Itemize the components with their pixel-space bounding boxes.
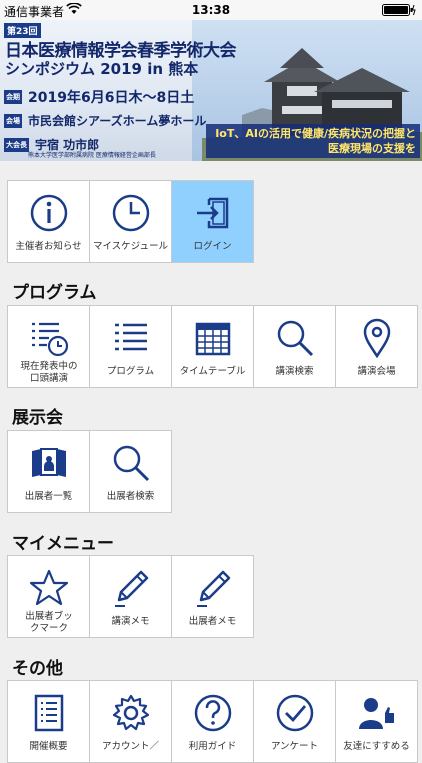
tile-event-overview[interactable]: 開催概要 (8, 681, 90, 763)
tile-label: 出展者ブックマーク (25, 611, 73, 634)
gear-icon (112, 694, 150, 731)
calendar-icon (195, 322, 231, 356)
help-icon (194, 694, 232, 732)
tile-label: アカウント／ (101, 741, 159, 752)
event-banner: 第23回 日本医療情報学会春季学術大会 シンポジウム 2019 in 熊本 会期… (0, 20, 422, 161)
tile-label: 出展者検索 (106, 491, 155, 502)
tile-login[interactable]: ログイン (172, 181, 254, 263)
tile-exhibitor-notes[interactable]: 出展者メモ (172, 556, 254, 638)
tile-talk-search[interactable]: 講演検索 (254, 306, 336, 388)
tile-organizer-notices[interactable]: 主催者お知らせ (8, 181, 90, 263)
period-tag: 会期 (4, 90, 22, 104)
other-grid: 開催概要 アカウント／ 利用ガイド アンケート 友達にすすめる (7, 680, 418, 763)
tile-label: マイスケジュール (92, 241, 169, 252)
battery-icon (382, 4, 416, 16)
tile-label: プログラム (106, 366, 155, 377)
tile-user-guide[interactable]: 利用ガイド (172, 681, 254, 763)
mymenu-grid: 出展者ブックマーク 講演メモ 出展者メモ (7, 555, 254, 638)
tile-exhibitor-list[interactable]: 出展者一覧 (8, 431, 90, 513)
list-icon (115, 323, 147, 351)
booth-icon (32, 448, 66, 477)
pencil-icon (197, 570, 231, 607)
info-icon (30, 194, 68, 232)
venue-row: 会場 市民会館シアーズホーム夢ホール (4, 112, 206, 129)
clock: 13:38 (191, 3, 231, 17)
map-pin-icon (363, 318, 391, 358)
tile-talk-notes[interactable]: 講演メモ (90, 556, 172, 638)
section-title-other: その他 (12, 659, 63, 679)
tile-my-schedule[interactable]: マイスケジュール (90, 181, 172, 263)
tile-program[interactable]: プログラム (90, 306, 172, 388)
search-icon (113, 445, 150, 482)
tile-label: 利用ガイド (188, 741, 237, 752)
star-icon (29, 569, 69, 606)
tile-recommend-friends[interactable]: 友達にすすめる (336, 681, 418, 763)
exhibit-grid: 出展者一覧 出展者検索 (7, 430, 172, 513)
tile-survey[interactable]: アンケート (254, 681, 336, 763)
login-icon (197, 197, 229, 229)
tile-label: 友達にすすめる (343, 741, 410, 752)
period-text: 2019年6月6日木～8日土 (28, 90, 195, 106)
document-icon (34, 694, 64, 732)
tile-label: 講演検索 (275, 366, 314, 377)
tile-exhibitor-bookmarks[interactable]: 出展者ブックマーク (8, 556, 90, 638)
recommend-icon (359, 698, 394, 729)
pencil-icon (115, 570, 149, 607)
tile-venues[interactable]: 講演会場 (336, 306, 418, 388)
section-title-exhibit: 展示会 (12, 408, 63, 428)
venue-tag: 会場 (4, 113, 22, 128)
event-tagline: IoT、AIの活用で健康/疾病状況の把握と医療現場の支援を (206, 124, 420, 158)
section-title-mymenu: マイメニュー (12, 534, 114, 554)
tile-label: 主催者お知らせ (15, 241, 82, 252)
top-menu-grid: 主催者お知らせ マイスケジュール ログイン (7, 180, 254, 263)
section-title-program: プログラム (12, 283, 97, 303)
tile-label: 講演会場 (357, 366, 396, 377)
search-icon (277, 320, 314, 357)
list-clock-icon (32, 322, 69, 357)
tile-timetable[interactable]: タイムテーブル (172, 306, 254, 388)
status-bar: 通信事業者 13:38 (0, 0, 422, 20)
tile-label: 講演メモ (111, 616, 150, 627)
tile-label: 出展者一覧 (24, 491, 73, 502)
tile-label: タイムテーブル (179, 366, 246, 377)
period-row: 会期 2019年6月6日木～8日土 (4, 87, 194, 107)
tile-label: ログイン (193, 241, 232, 252)
tile-label: アンケート (270, 741, 319, 752)
tile-current-talks[interactable]: 現在発表中の口頭講演 (8, 306, 90, 388)
program-grid: 現在発表中の口頭講演 プログラム タイムテーブル 講演検索 講演会場 (7, 305, 418, 388)
event-subtitle: シンポジウム 2019 in 熊本 (5, 60, 199, 78)
tile-account[interactable]: アカウント／ (90, 681, 172, 763)
tile-label: 開催概要 (29, 741, 68, 752)
tile-exhibitor-search[interactable]: 出展者検索 (90, 431, 172, 513)
chair-affiliation: 熊本大学医学部附属病院 医療情報経営企画部長 (28, 152, 156, 159)
clock-icon (112, 194, 150, 232)
tile-label: 出展者メモ (188, 616, 237, 627)
venue-text: 市民会館シアーズホーム夢ホール (28, 114, 207, 128)
chair-tag: 大会長 (4, 137, 29, 152)
tile-label: 現在発表中の口頭講演 (20, 361, 78, 384)
check-circle-icon (276, 694, 314, 732)
